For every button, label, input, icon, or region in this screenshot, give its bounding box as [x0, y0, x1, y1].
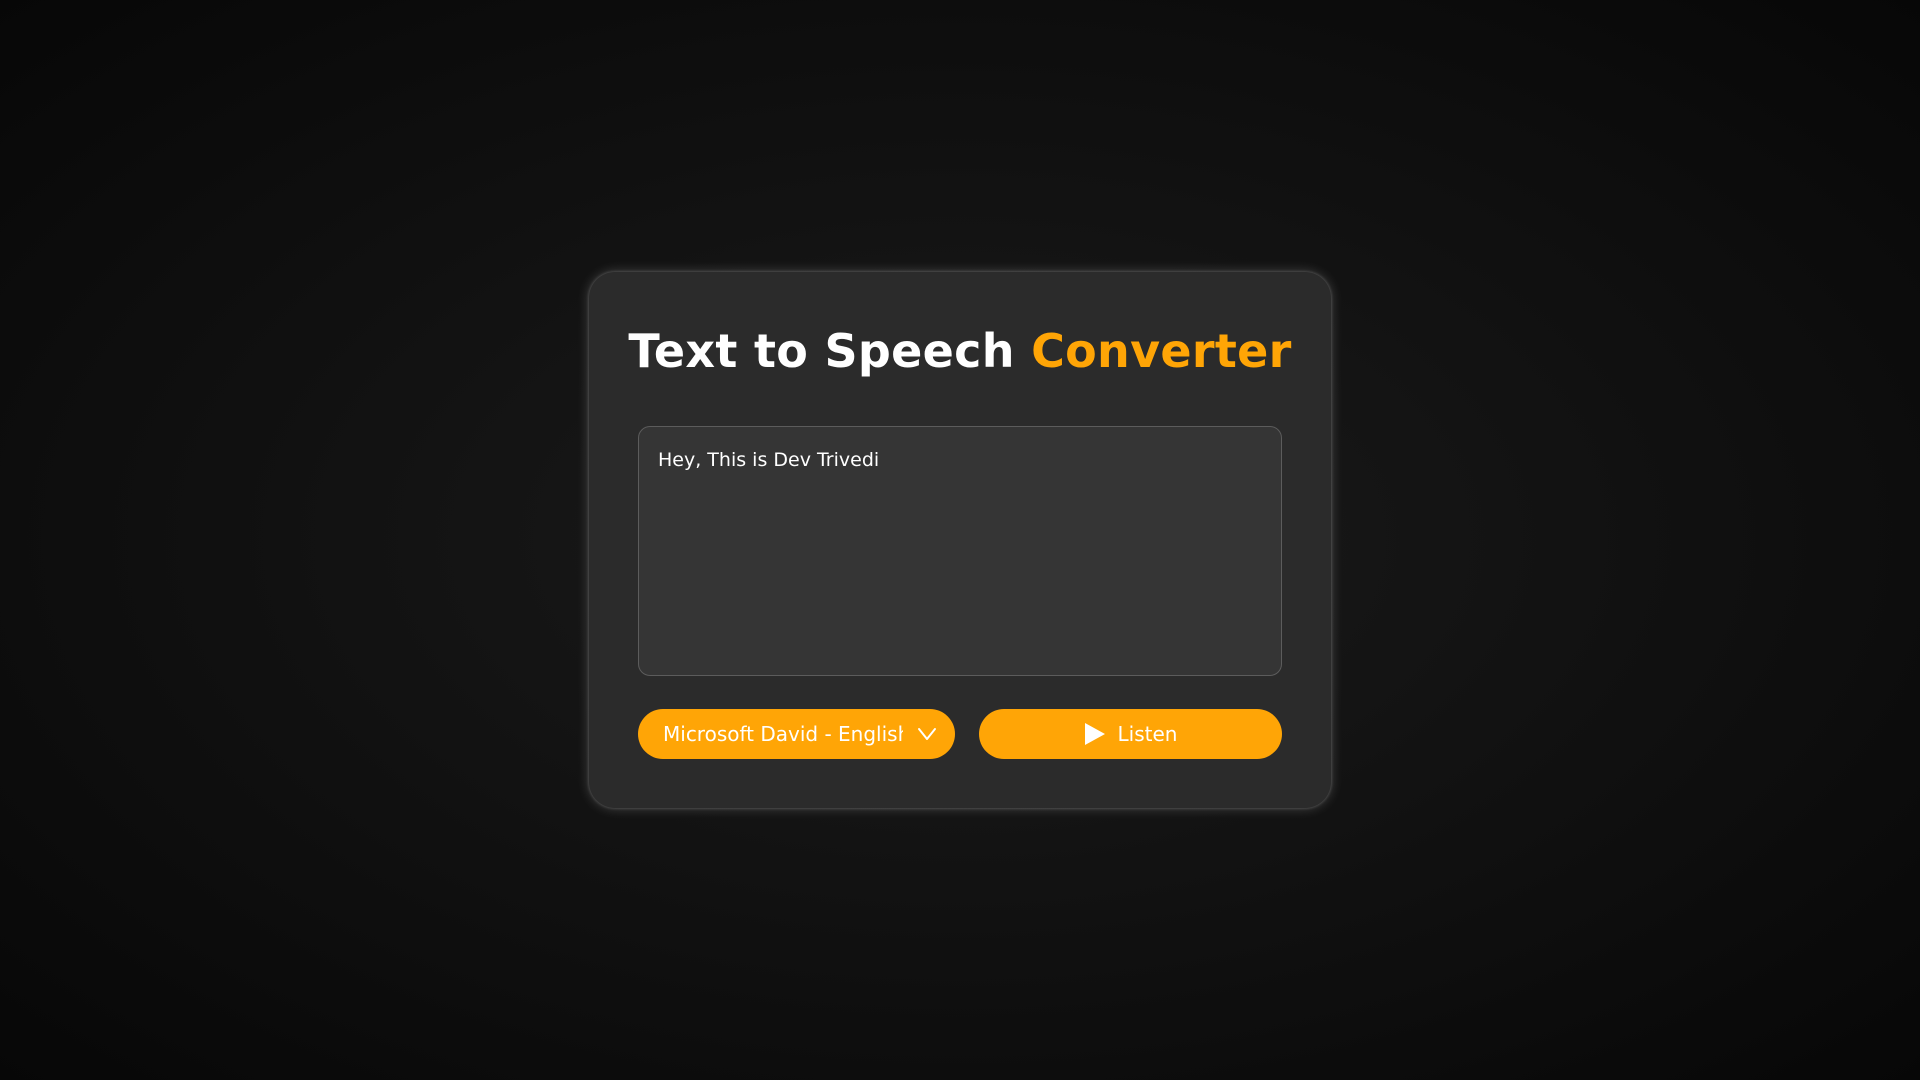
listen-button[interactable]: Listen — [979, 709, 1282, 759]
voice-select[interactable]: Microsoft David - English — [638, 709, 955, 759]
title-main: Text to Speech — [628, 324, 1032, 378]
speech-text-input[interactable]: Hey, This is Dev Trivedi — [638, 426, 1282, 676]
page-title: Text to Speech Converter — [589, 324, 1331, 378]
title-accent: Converter — [1031, 324, 1292, 378]
chevron-down-icon — [918, 728, 936, 740]
play-icon — [1084, 723, 1105, 745]
voice-select-value: Microsoft David - English — [663, 722, 903, 746]
listen-button-label: Listen — [1117, 722, 1178, 746]
converter-card: Text to Speech Converter Hey, This is De… — [589, 272, 1331, 808]
